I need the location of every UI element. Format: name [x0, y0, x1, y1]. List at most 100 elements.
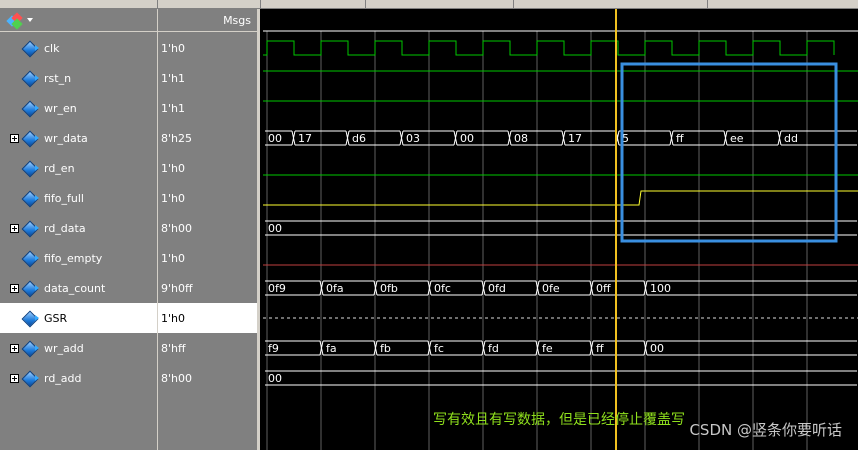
- bus-segment: [265, 220, 857, 236]
- bus-value-label: 00: [268, 222, 282, 235]
- signal-row-rd_add[interactable]: rd_add: [0, 363, 157, 393]
- bus-value-label: 00: [268, 132, 282, 145]
- value-row-wr_en[interactable]: 1'h1: [158, 93, 257, 123]
- value-row-data_count[interactable]: 9'h0ff: [158, 273, 257, 303]
- bus-transition: [723, 130, 728, 146]
- toolbar-strip: [0, 0, 858, 9]
- bus-value-label: fd: [488, 342, 499, 355]
- signal-name: rst_n: [44, 72, 72, 85]
- signal-row-rd_data[interactable]: rd_data: [0, 213, 157, 243]
- value-row-rst_n[interactable]: 1'h1: [158, 63, 257, 93]
- bus-value-label: 0fb: [380, 282, 398, 295]
- expand-plus-icon[interactable]: [10, 284, 19, 293]
- bus-value-label: 17: [568, 132, 582, 145]
- signal-row-data_count[interactable]: data_count: [0, 273, 157, 303]
- expand-plus-icon[interactable]: [10, 224, 19, 233]
- signal-value: 8'h25: [161, 132, 192, 145]
- expand-plus-icon[interactable]: [10, 374, 19, 383]
- bus-value-label: 03: [406, 132, 420, 145]
- bus-segment: [647, 280, 857, 296]
- signal-name: clk: [44, 42, 60, 55]
- signal-name: fifo_full: [44, 192, 84, 205]
- bus-segment: [647, 340, 857, 356]
- bus-value-label: 0fc: [434, 282, 451, 295]
- msgs-label: Msgs: [223, 14, 251, 27]
- highlight-box: [620, 62, 838, 243]
- signal-value: 1'h1: [161, 102, 185, 115]
- value-row-clk[interactable]: 1'h0: [158, 33, 257, 63]
- bus-transition: [291, 130, 296, 146]
- value-row-rd_en[interactable]: 1'h0: [158, 153, 257, 183]
- value-row-rd_data[interactable]: 8'h00: [158, 213, 257, 243]
- signal-value: 1'h0: [161, 312, 185, 325]
- value-row-fifo_empty[interactable]: 1'h0: [158, 243, 257, 273]
- bus-value-label: 0f9: [268, 282, 286, 295]
- signal-arrow-icon: [35, 195, 39, 201]
- bus-value-label: 17: [298, 132, 312, 145]
- chevron-down-icon[interactable]: [27, 18, 33, 22]
- value-pane-header: Msgs: [158, 9, 257, 32]
- value-row-wr_add[interactable]: 8'hff: [158, 333, 257, 363]
- signal-name: rd_data: [44, 222, 86, 235]
- bus-value-label: fa: [326, 342, 337, 355]
- clk-wave: [263, 40, 835, 56]
- signal-value: 1'h0: [161, 192, 185, 205]
- bus-transition: [453, 130, 458, 146]
- bus-transition: [345, 130, 350, 146]
- signal-arrow-icon: [35, 75, 39, 81]
- bus-segment: [265, 370, 857, 386]
- bus-value-label: 00: [460, 132, 474, 145]
- signal-arrow-icon: [35, 105, 39, 111]
- signal-row-rd_en[interactable]: rd_en: [0, 153, 157, 183]
- bus-value-label: ff: [596, 342, 604, 355]
- signal-name: wr_en: [44, 102, 77, 115]
- signal-name-pane: clk rst_n wr_en wr_data rd_en fifo_full rd_dat…: [0, 9, 157, 450]
- signal-row-wr_data[interactable]: wr_data: [0, 123, 157, 153]
- bus-value-label: f9: [268, 342, 279, 355]
- value-row-wr_data[interactable]: 8'h25: [158, 123, 257, 153]
- signal-arrow-icon: [35, 165, 39, 171]
- bus-value-label: fb: [380, 342, 391, 355]
- bus-value-label: dd: [784, 132, 798, 145]
- value-pane: Msgs 1'h0 1'h1 1'h1 8'h25 1'h0 1'h0 8'h00 1'h0 9…: [157, 9, 260, 450]
- expand-plus-icon[interactable]: [10, 344, 19, 353]
- bus-transition: [777, 130, 782, 146]
- wave-logo-icon[interactable]: [6, 12, 23, 30]
- fifo_full-wave: [263, 190, 858, 206]
- signal-value: 8'h00: [161, 222, 192, 235]
- expand-plus-icon[interactable]: [10, 134, 19, 143]
- bus-value-label: ff: [676, 132, 684, 145]
- signal-arrow-icon: [35, 135, 39, 141]
- bus-value-label: 00: [650, 342, 664, 355]
- signal-row-GSR[interactable]: GSR: [0, 303, 157, 333]
- annotation-text: 写有效且有写数据，但是已经停止覆盖写: [433, 412, 685, 428]
- value-row-GSR[interactable]: 1'h0: [158, 303, 257, 333]
- waveform-pane[interactable]: 00 17 d6 03 00 08 17 5 ff ee dd 00 0f9 0fa 0fb 0fc 0fd 0f…: [263, 9, 858, 450]
- signal-name: rd_en: [44, 162, 75, 175]
- signal-row-rst_n[interactable]: rst_n: [0, 63, 157, 93]
- signal-value: 9'h0ff: [161, 282, 193, 295]
- value-row-rd_add[interactable]: 8'h00: [158, 363, 257, 393]
- bus-value-label: fc: [434, 342, 444, 355]
- signal-name: GSR: [44, 312, 68, 325]
- bus-transition: [561, 130, 566, 146]
- value-row-fifo_full[interactable]: 1'h0: [158, 183, 257, 213]
- signal-value: 1'h1: [161, 72, 185, 85]
- signal-arrow-icon: [35, 345, 39, 351]
- signal-row-fifo_empty[interactable]: fifo_empty: [0, 243, 157, 273]
- signal-name: wr_add: [44, 342, 84, 355]
- bus-value-label: 0ff: [596, 282, 611, 295]
- bus-value-label: ee: [730, 132, 744, 145]
- signal-arrow-icon: [35, 315, 39, 321]
- signal-value: 8'h00: [161, 372, 192, 385]
- signal-row-wr_add[interactable]: wr_add: [0, 333, 157, 363]
- signal-row-wr_en[interactable]: wr_en: [0, 93, 157, 123]
- signal-row-fifo_full[interactable]: fifo_full: [0, 183, 157, 213]
- signal-name: fifo_empty: [44, 252, 103, 265]
- signal-row-clk[interactable]: clk: [0, 33, 157, 63]
- waveform-canvas[interactable]: 00 17 d6 03 00 08 17 5 ff ee dd000f9 0fa 0fb 0fc 0fd 0f…: [263, 9, 858, 450]
- signal-pane-header: [0, 9, 157, 32]
- signal-arrow-icon: [35, 375, 39, 381]
- bus-value-label: 0fa: [326, 282, 344, 295]
- signal-value: 1'h0: [161, 252, 185, 265]
